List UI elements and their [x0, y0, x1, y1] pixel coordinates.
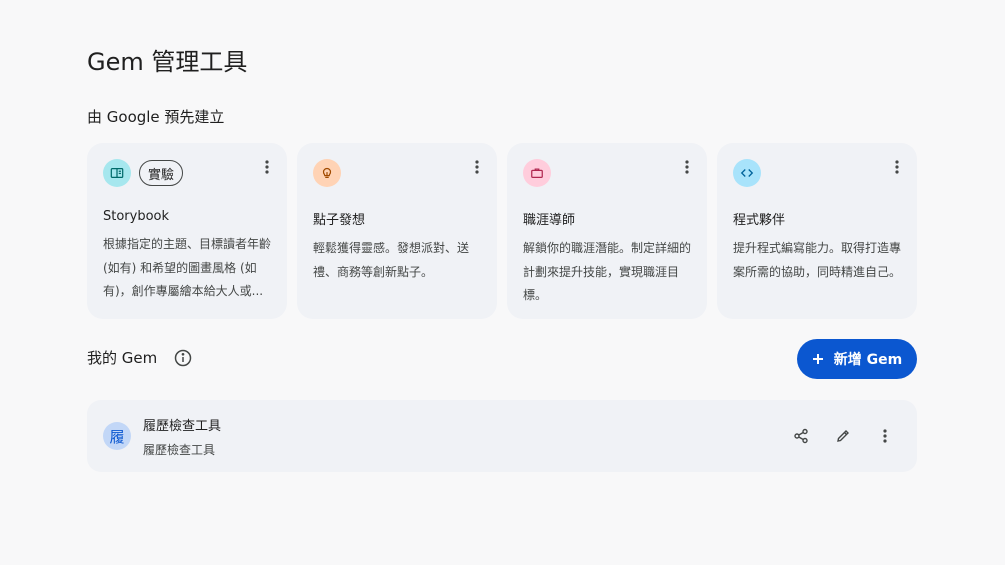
- more-options-icon[interactable]: [679, 157, 695, 177]
- gem-card-description: 輕鬆獲得靈感。發想派對、送禮、商務等創新點子。: [313, 241, 470, 279]
- gem-card-coding-partner[interactable]: 程式夥伴 提升程式編寫能力。取得打造專案所需的協助，同時精進自己。: [717, 143, 917, 319]
- gem-card-career-guide[interactable]: 職涯導師 解鎖你的職涯潛能。制定詳細的計劃來提升技能，實現職涯目標。: [507, 143, 707, 319]
- gem-card-name: 職涯導師: [523, 213, 576, 228]
- gem-subtitle: 履歷檢查工具: [143, 442, 216, 457]
- new-gem-button[interactable]: 新增 Gem: [797, 339, 917, 379]
- experimental-badge: 實驗: [139, 160, 184, 186]
- my-gems-title: 我的 Gem: [87, 349, 158, 367]
- briefcase-icon: [523, 159, 551, 187]
- gem-card-description: 解鎖你的職涯潛能。制定詳細的計劃來提升技能，實現職涯目標。: [523, 241, 691, 302]
- gem-card-name: 程式夥伴: [733, 213, 786, 228]
- gem-card-description: 提升程式編寫能力。取得打造專案所需的協助，同時精進自己。: [733, 241, 901, 279]
- lightbulb-icon: [313, 159, 341, 187]
- more-options-icon[interactable]: [469, 157, 485, 177]
- share-icon[interactable]: [787, 422, 815, 450]
- premade-section-title: 由 Google 預先建立: [87, 108, 225, 126]
- gem-card-name: Storybook: [103, 209, 170, 224]
- page-title: Gem 管理工具: [87, 48, 248, 76]
- avatar: 履: [103, 422, 131, 450]
- gem-card-brainstormer[interactable]: 點子發想 輕鬆獲得靈感。發想派對、送禮、商務等創新點子。: [297, 143, 497, 319]
- list-item[interactable]: 履 履歷檢查工具 履歷檢查工具: [87, 400, 917, 472]
- my-gems-header: 我的 Gem: [87, 347, 193, 368]
- more-options-icon[interactable]: [871, 422, 899, 450]
- premade-gem-cards: 實驗 Storybook 根據指定的主題、目標讀者年齡 (如有) 和希望的圖畫風…: [87, 143, 917, 319]
- edit-icon[interactable]: [829, 422, 857, 450]
- gem-card-name: 點子發想: [313, 213, 366, 228]
- gem-card-description: 根據指定的主題、目標讀者年齡 (如有) 和希望的圖畫風格 (如有)，創作專屬繪本…: [103, 237, 271, 298]
- gem-card-storybook[interactable]: 實驗 Storybook 根據指定的主題、目標讀者年齡 (如有) 和希望的圖畫風…: [87, 143, 287, 319]
- plus-icon: [812, 354, 823, 364]
- book-icon: [103, 159, 131, 187]
- new-gem-label: 新增 Gem: [833, 352, 903, 368]
- more-options-icon[interactable]: [889, 157, 905, 177]
- gem-name: 履歷檢查工具: [143, 418, 222, 434]
- code-icon: [733, 159, 761, 187]
- info-icon[interactable]: [173, 348, 193, 368]
- more-options-icon[interactable]: [259, 157, 275, 177]
